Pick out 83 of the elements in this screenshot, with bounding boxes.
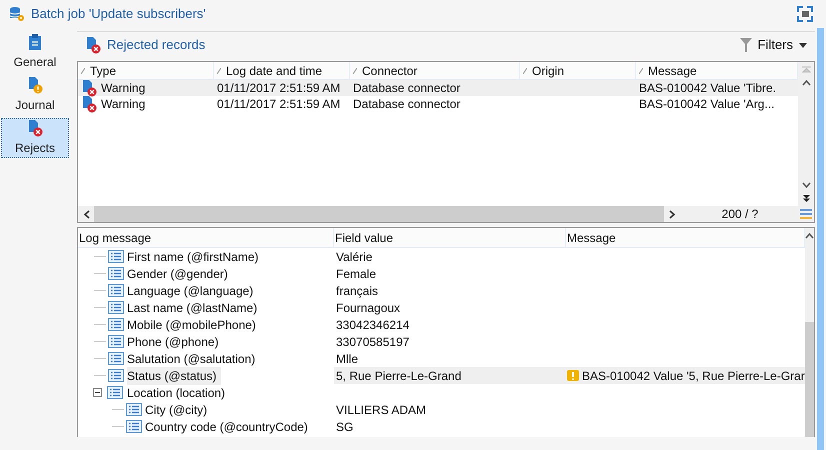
sort-icon	[639, 68, 643, 74]
tree-node-label[interactable]: Mobile (@mobilePhone)	[127, 316, 260, 334]
column-header[interactable]: Origin	[520, 62, 636, 79]
list-icon	[108, 284, 124, 297]
record-count: 200 / ?	[720, 206, 760, 223]
window-title: Batch job 'Update subscribers'	[31, 5, 206, 24]
tree-node-label[interactable]: Language (@language)	[127, 282, 258, 300]
field-value: Mlle	[336, 352, 358, 366]
field-value: 33042346214	[336, 318, 410, 332]
sort-icon	[217, 68, 221, 74]
panel-title: Rejected records	[107, 36, 206, 54]
warning-icon	[566, 368, 580, 382]
table-cell-text: 01/11/2017 2:51:59 AM	[217, 80, 340, 97]
tree-node-label[interactable]: Gender (@gender)	[127, 264, 232, 282]
field-value: 5, Rue Pierre-Le-Grand	[336, 368, 462, 382]
scroll-left-icon[interactable]	[82, 210, 90, 218]
menu-icon[interactable]	[800, 209, 812, 219]
scroll-up-icon[interactable]	[802, 79, 810, 86]
table-cell-text: BAS-010042 Value 'Tibre.	[639, 80, 776, 97]
table-row[interactable]: Warning 01/11/2017 2:51:59 AM Database connector BAS-010042 Value 'Tibre.	[78, 80, 798, 96]
column-header[interactable]: Connector	[350, 62, 520, 79]
column-header[interactable]: Log message	[78, 228, 334, 247]
vertical-scrollbar[interactable]	[804, 228, 814, 437]
field-value: 33070585197	[336, 334, 410, 348]
sort-icon	[353, 68, 357, 74]
table-cell-text: BAS-010042 Value 'Arg...	[639, 96, 774, 113]
list-icon	[108, 318, 124, 331]
document-error-icon	[81, 95, 97, 113]
list-icon	[108, 301, 124, 314]
tree-node-label[interactable]: Location (location)	[127, 384, 230, 402]
field-value: SG	[336, 420, 354, 434]
table-cell-text: Warning	[101, 96, 146, 113]
filters-button[interactable]: Filters	[758, 35, 807, 55]
scroll-bottom-icon[interactable]	[802, 195, 810, 203]
tree-node-label[interactable]: Phone (@phone)	[127, 332, 223, 350]
table-row[interactable]: Warning 01/11/2017 2:51:59 AM Database connector BAS-010042 Value 'Arg...	[78, 96, 798, 112]
document-warning-icon	[27, 76, 43, 94]
list-icon	[106, 386, 124, 399]
message-text: BAS-010042 Value '5, Rue Pierre-Le-Grar	[582, 368, 805, 384]
list-icon	[108, 267, 124, 280]
list-icon	[126, 420, 142, 433]
database-gear-icon	[9, 6, 25, 22]
tree-node-label[interactable]: Status (@status)	[127, 366, 221, 384]
list-icon	[108, 335, 124, 348]
column-header[interactable]: Type	[78, 62, 214, 79]
vertical-scrollbar[interactable]	[798, 62, 814, 206]
sort-icon	[81, 68, 85, 74]
field-value: Valérie	[336, 250, 372, 264]
field-value: Fournagoux	[336, 300, 400, 314]
table-cell-text: Database connector	[353, 96, 460, 113]
tree-node-label[interactable]: City (@city)	[145, 400, 212, 418]
scroll-down-icon[interactable]	[802, 182, 810, 189]
tree-node-label[interactable]: First name (@firstName)	[127, 248, 263, 266]
field-value: Female	[336, 266, 376, 280]
scroll-thumb[interactable]	[804, 322, 814, 437]
scroll-thumb[interactable]	[94, 206, 664, 222]
list-icon	[126, 403, 142, 416]
sort-icon	[523, 68, 527, 74]
field-value: français	[336, 284, 378, 298]
list-icon	[108, 250, 124, 263]
column-header[interactable]: Field value	[334, 228, 566, 247]
column-header[interactable]: Log date and time	[214, 62, 350, 79]
list-icon	[108, 369, 124, 382]
table-cell-text: Database connector	[353, 80, 460, 97]
collapse-toggle[interactable]	[93, 388, 102, 397]
sidebar-item[interactable]: Rejects	[1, 118, 69, 158]
tree-node-label[interactable]: Last name (@lastName)	[127, 298, 262, 316]
sidebar-item[interactable]: General	[1, 32, 69, 72]
filter-icon	[740, 38, 752, 52]
tree-node-label[interactable]: Salutation (@salutation)	[127, 350, 260, 368]
document-error-icon	[27, 119, 43, 137]
maximize-icon[interactable]	[797, 6, 813, 22]
scroll-right-icon[interactable]	[668, 210, 676, 218]
list-icon	[108, 352, 124, 365]
table-cell-text: 01/11/2017 2:51:59 AM	[217, 96, 340, 113]
caret-icon	[799, 42, 807, 48]
document-error-icon	[85, 36, 101, 54]
clipboard-icon	[27, 33, 43, 51]
sidebar-item[interactable]: Journal	[1, 75, 69, 115]
tree-node-label[interactable]: Country code (@countryCode)	[145, 418, 312, 436]
table-cell-text: Warning	[101, 80, 146, 97]
scroll-up-icon[interactable]	[804, 232, 814, 238]
field-value: VILLIERS ADAM	[336, 402, 426, 416]
